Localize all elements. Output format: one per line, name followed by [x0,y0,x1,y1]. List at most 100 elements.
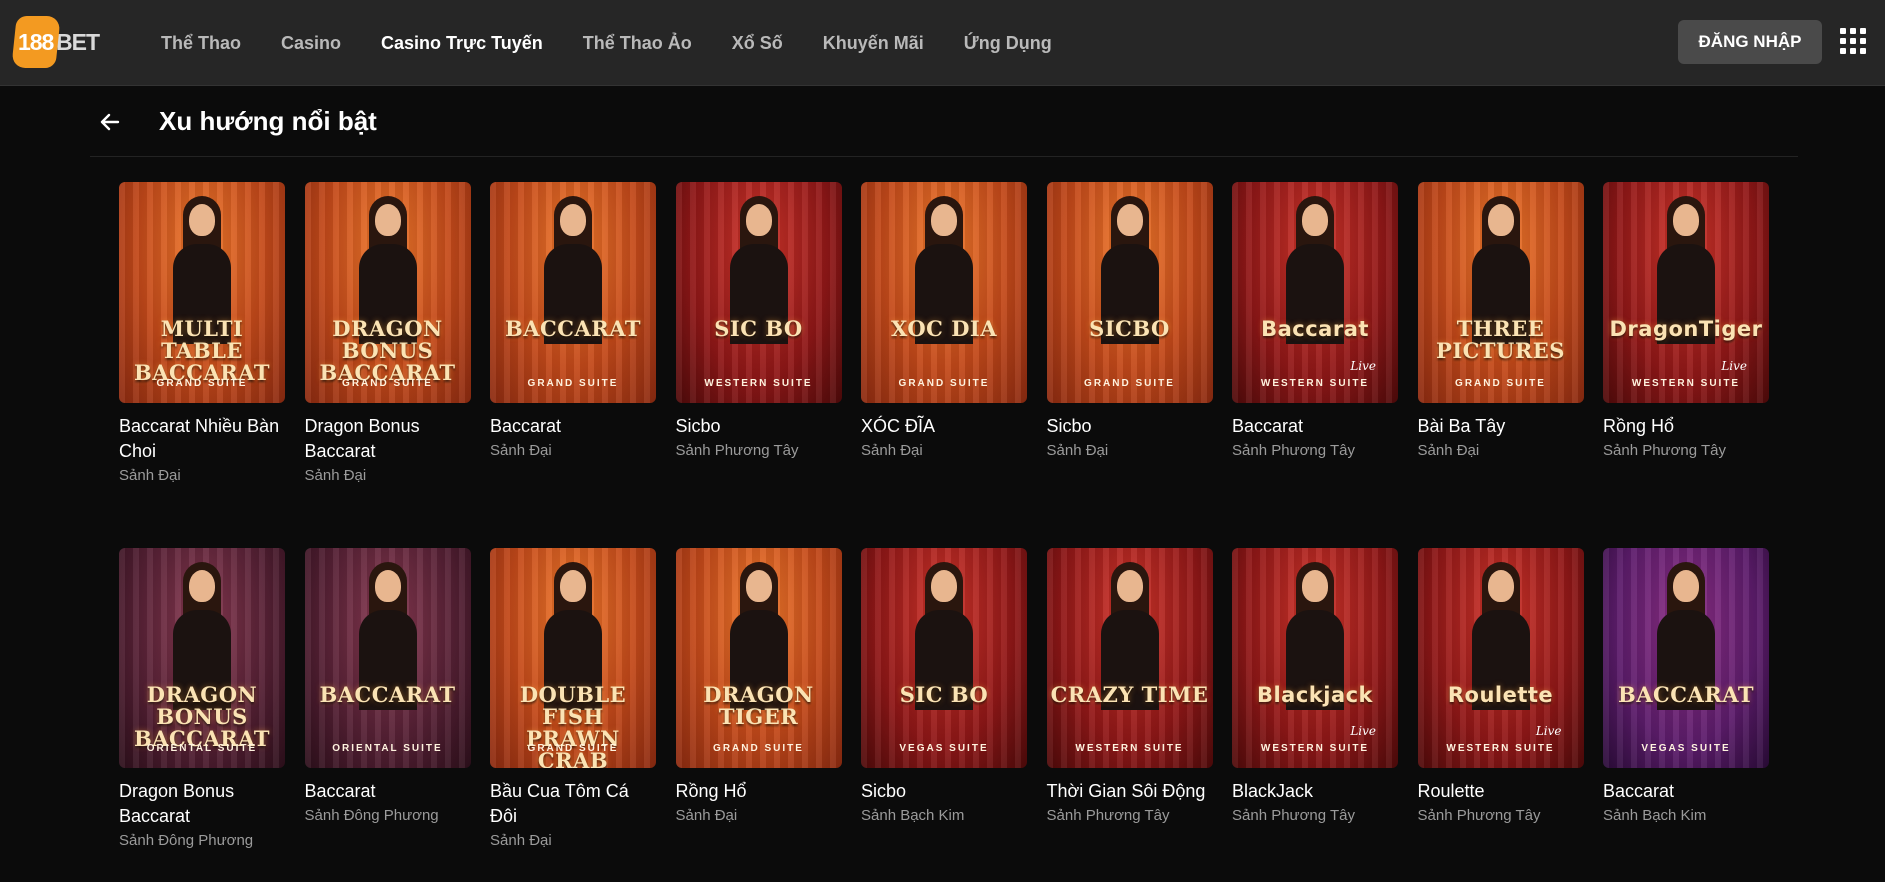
game-provider-lobby: Sảnh Đại [861,442,923,459]
game-provider-lobby: Sảnh Đông Phương [119,832,254,849]
game-card[interactable]: BACCARAT VEGAS SUITE Baccarat Sảnh Bạch Kim [1603,548,1769,849]
game-name[interactable]: Baccarat [1603,779,1769,804]
game-art-title: SIC BO [899,682,989,707]
game-provider-lobby: Sảnh Bạch Kim [1603,807,1707,824]
game-grid: MULTI TABLE BACCARAT GRAND SUITE Baccarat … [119,182,1769,849]
game-art-title: DRAGON BONUS BACCARAT [319,316,456,385]
game-card[interactable]: Baccarat Live WESTERN SUITE Baccarat Sảnh Ph… [1232,182,1398,547]
game-provider-lobby: Sảnh Đại [675,807,738,824]
game-thumbnail[interactable]: DRAGON BONUS BACCARAT ORIENTAL SUITE [119,548,285,768]
game-thumbnail[interactable]: SIC BO WESTERN SUITE [675,182,842,403]
nav-item[interactable]: Casino [281,33,341,54]
suite-label: GRAND SUITE [527,378,619,389]
game-card[interactable]: DRAGON BONUS BACCARAT GRAND SUITE Dragon B… [304,182,471,547]
logo-wordmark: BET [56,28,100,55]
game-thumbnail[interactable]: Roulette Live WESTERN SUITE [1417,548,1584,768]
game-card[interactable]: DragonTiger Live WESTERN SUITE Rồng Hổ Sảnh … [1603,182,1769,547]
game-thumbnail[interactable]: XOC DIA GRAND SUITE [861,182,1027,403]
game-thumbnail[interactable]: Baccarat Live WESTERN SUITE [1232,182,1398,403]
game-art-title: DragonTiger [1609,317,1763,341]
game-name[interactable]: Baccarat [1232,414,1398,439]
suite-label: GRAND SUITE [1455,378,1546,389]
game-art-title: Baccarat [1261,317,1369,341]
game-name[interactable]: Rồng Hổ [1603,414,1769,439]
top-navigation-bar: 188 BET Thể Thao Casino Casino Trực Tuyến T… [0,0,1885,86]
game-card[interactable]: Roulette Live WESTERN SUITE Roulette Sảnh Ph… [1417,548,1584,849]
game-card[interactable]: DRAGON BONUS BACCARAT ORIENTAL SUITE Drago… [119,548,285,849]
game-card[interactable]: THREE PICTURES GRAND SUITE Bài Ba Tây Sảnh … [1417,182,1584,547]
game-provider-lobby: Sảnh Phương Tây [1232,807,1356,824]
game-name[interactable]: Bài Ba Tây [1418,414,1584,439]
game-art-title: DRAGON BONUS BACCARAT [134,682,270,751]
game-art-title: BACCARAT [1618,682,1754,707]
game-card[interactable]: BACCARAT GRAND SUITE Baccarat Sảnh Đại [490,182,656,547]
game-name[interactable]: Baccarat Nhiều Bàn Choi [119,414,285,464]
game-card[interactable]: XOC DIA GRAND SUITE XÓC ĐĨA Sảnh Đại [861,182,1027,547]
game-name[interactable]: Baccarat [305,779,471,804]
game-row-2: DRAGON BONUS BACCARAT ORIENTAL SUITE Drago… [119,548,1789,849]
game-thumbnail[interactable]: DRAGON BONUS BACCARAT GRAND SUITE [304,182,471,403]
brand-logo[interactable]: 188 BET [11,16,100,68]
game-thumbnail[interactable]: CRAZY TIME WESTERN SUITE [1046,548,1213,768]
game-provider-lobby: Sảnh Đại [304,467,367,484]
game-card[interactable]: CRAZY TIME WESTERN SUITE Thời Gian Sôi Độn… [1046,548,1213,849]
nav-item[interactable]: Khuyến Mãi [823,33,924,54]
game-card[interactable]: SIC BO WESTERN SUITE Sicbo Sảnh Phương Tây [675,182,842,547]
game-name[interactable]: Baccarat [490,414,656,439]
game-card[interactable]: SIC BO VEGAS SUITE Sicbo Sảnh Bạch Kim [861,548,1027,849]
logo-badge: 188 [11,16,61,68]
game-name[interactable]: Dragon Bonus Baccarat [305,414,471,464]
game-art-title: MULTI TABLE BACCARAT [134,316,270,385]
game-thumbnail[interactable]: THREE PICTURES GRAND SUITE [1417,182,1584,403]
app-grid-menu-icon[interactable] [1840,28,1866,54]
game-name[interactable]: Sicbo [861,779,1027,804]
suite-label: GRAND SUITE [1084,378,1175,389]
game-thumbnail[interactable]: MULTI TABLE BACCARAT GRAND SUITE [119,182,285,403]
game-thumbnail[interactable]: BACCARAT VEGAS SUITE [1603,548,1769,768]
login-button[interactable]: ĐĂNG NHẬP [1678,20,1822,64]
game-name[interactable]: Roulette [1418,779,1584,804]
game-name[interactable]: XÓC ĐĨA [861,414,1027,439]
nav-item[interactable]: Ứng Dụng [964,33,1052,54]
game-card[interactable]: DOUBLE FISH PRAWN CRAB GRAND SUITE Bầu Cua… [490,548,656,849]
live-tag: Live [1350,359,1376,373]
game-thumbnail[interactable]: SICBO GRAND SUITE [1046,182,1213,403]
game-thumbnail[interactable]: SIC BO VEGAS SUITE [861,548,1027,768]
suite-label: WESTERN SUITE [1260,743,1370,754]
game-art-title: Blackjack [1256,683,1374,707]
game-card[interactable]: MULTI TABLE BACCARAT GRAND SUITE Baccarat … [119,182,285,547]
game-name[interactable]: Sicbo [1047,414,1213,439]
game-provider-lobby: Sảnh Phương Tây [1603,442,1727,459]
game-card[interactable]: DRAGON TIGER GRAND SUITE Rồng Hổ Sảnh Đại [675,548,842,849]
game-art-title: SICBO [1089,316,1170,341]
live-tag: Live [1721,359,1747,373]
game-name[interactable]: Dragon Bonus Baccarat [119,779,285,829]
game-name[interactable]: Sicbo [676,414,842,439]
nav-item[interactable]: Thể Thao [161,33,241,54]
nav-item[interactable]: Casino Trực Tuyến [381,33,543,54]
live-tag: Live [1350,724,1376,738]
game-provider-lobby: Sảnh Đại [490,832,552,849]
game-thumbnail[interactable]: DRAGON TIGER GRAND SUITE [675,548,842,768]
nav-item[interactable]: Thể Thao Ảo [583,33,692,54]
game-thumbnail[interactable]: DOUBLE FISH PRAWN CRAB GRAND SUITE [490,548,656,768]
suite-label: VEGAS SUITE [899,743,989,754]
game-name[interactable]: Thời Gian Sôi Động [1047,779,1213,804]
game-card[interactable]: Blackjack Live WESTERN SUITE BlackJack Sảnh … [1232,548,1398,849]
game-thumbnail[interactable]: BACCARAT GRAND SUITE [490,182,656,403]
game-provider-lobby: Sảnh Đại [490,442,552,459]
game-provider-lobby: Sảnh Phương Tây [675,442,799,459]
back-arrow-icon[interactable] [98,110,122,134]
suite-label: GRAND SUITE [156,378,248,389]
game-thumbnail[interactable]: DragonTiger Live WESTERN SUITE [1603,182,1769,403]
nav-item[interactable]: Xổ Số [732,33,783,54]
game-card[interactable]: SICBO GRAND SUITE Sicbo Sảnh Đại [1046,182,1213,547]
game-name[interactable]: BlackJack [1232,779,1398,804]
game-name[interactable]: Rồng Hổ [676,779,842,804]
game-thumbnail[interactable]: BACCARAT ORIENTAL SUITE [304,548,471,768]
suite-label: ORIENTAL SUITE [146,743,258,754]
game-row-1: MULTI TABLE BACCARAT GRAND SUITE Baccarat … [119,182,1769,547]
game-name[interactable]: Bầu Cua Tôm Cá Đôi [490,779,656,829]
game-card[interactable]: BACCARAT ORIENTAL SUITE Baccarat Sảnh Đông … [304,548,471,849]
game-thumbnail[interactable]: Blackjack Live WESTERN SUITE [1232,548,1398,768]
